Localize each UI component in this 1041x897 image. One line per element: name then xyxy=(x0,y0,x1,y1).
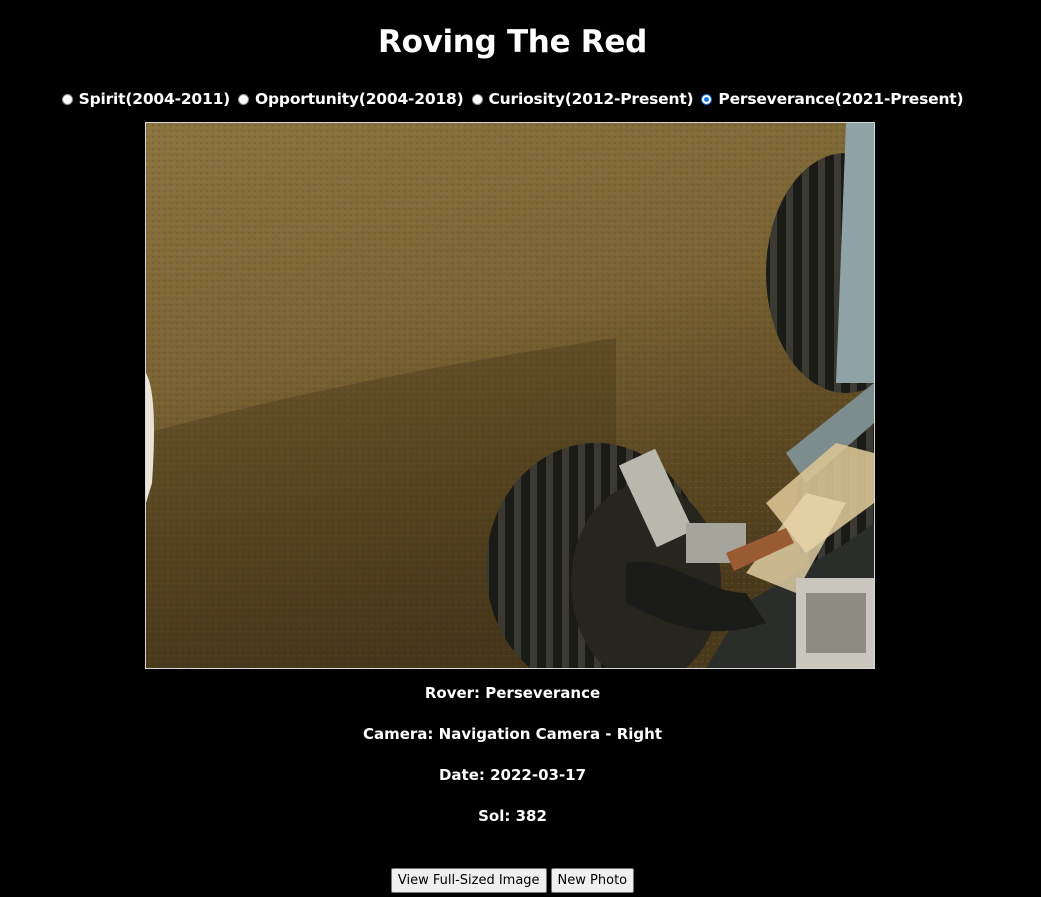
photo-date: Date: 2022-03-17 xyxy=(438,766,587,784)
radio-opportunity[interactable] xyxy=(238,93,250,105)
rover-option-opportunity[interactable]: Opportunity(2004-2018) xyxy=(238,88,464,110)
radio-perseverance[interactable] xyxy=(701,93,713,105)
rover-option-curiosity[interactable]: Curiosity(2012-Present) xyxy=(471,88,694,110)
radio-curiosity[interactable] xyxy=(471,93,483,105)
rover-label-spirit: Spirit(2004-2011) xyxy=(78,90,231,108)
action-buttons: View Full-Sized Image New Photo xyxy=(0,868,1025,893)
rover-selector: Spirit(2004-2011) Opportunity(2004-2018)… xyxy=(0,88,1025,110)
rover-option-spirit[interactable]: Spirit(2004-2011) xyxy=(61,88,231,110)
photo-camera: Camera: Navigation Camera - Right xyxy=(362,725,663,743)
photo-rover: Rover: Perseverance xyxy=(424,684,601,702)
new-photo-button[interactable]: New Photo xyxy=(550,868,635,893)
rover-label-opportunity: Opportunity(2004-2018) xyxy=(255,90,464,108)
view-full-size-button[interactable]: View Full-Sized Image xyxy=(390,868,547,893)
rover-option-perseverance[interactable]: Perseverance(2021-Present) xyxy=(701,88,964,110)
page-title: Roving The Red xyxy=(378,24,647,60)
rover-label-perseverance: Perseverance(2021-Present) xyxy=(718,90,964,108)
mars-photo xyxy=(145,122,875,669)
page: Roving The Red Spirit(2004-2011) Opportu… xyxy=(0,0,1041,897)
radio-spirit[interactable] xyxy=(61,93,73,105)
photo-sol: Sol: 382 xyxy=(478,807,547,825)
rover-label-curiosity: Curiosity(2012-Present) xyxy=(488,90,694,108)
